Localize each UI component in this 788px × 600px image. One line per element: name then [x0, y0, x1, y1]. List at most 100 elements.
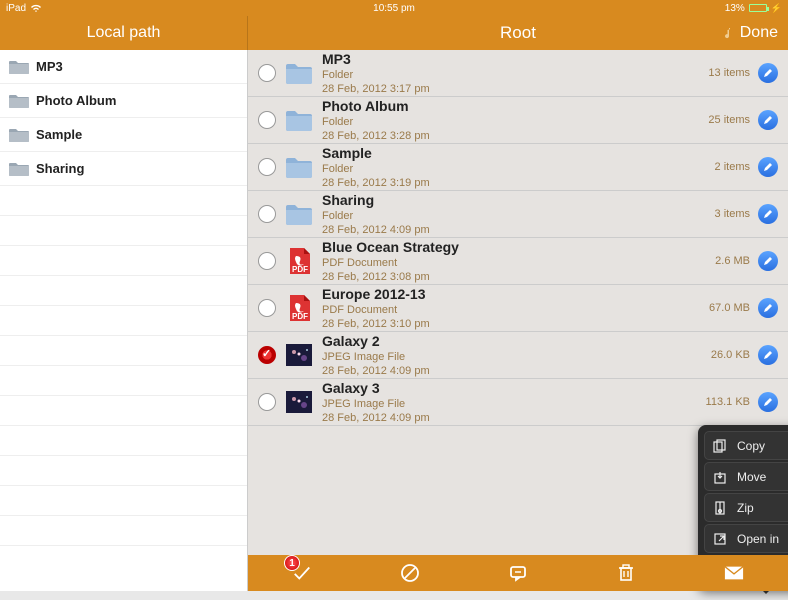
popover-zip[interactable]: Zip [704, 493, 788, 522]
popover-move[interactable]: Move [704, 462, 788, 491]
file-name: Galaxy 3 [322, 380, 706, 397]
file-kind: PDF Document [322, 303, 709, 317]
image-icon [284, 387, 314, 417]
done-label: Done [740, 24, 778, 42]
edit-button[interactable] [758, 345, 778, 365]
popover-label: Open in [737, 532, 779, 546]
edit-button[interactable] [758, 251, 778, 271]
file-kind: JPEG Image File [322, 397, 706, 411]
row-checkbox[interactable] [258, 158, 276, 176]
pdf-icon [284, 246, 314, 276]
row-checkbox[interactable] [258, 252, 276, 270]
sidebar-title: Local path [0, 16, 248, 50]
file-date: 28 Feb, 2012 4:09 pm [322, 412, 706, 424]
sidebar: MP3 Photo Album Sample Sharing [0, 50, 248, 591]
clock: 10:55 pm [265, 3, 524, 14]
wifi-icon [30, 3, 42, 13]
file-meta: 2.6 MB [715, 255, 750, 267]
sidebar-item-label: Photo Album [36, 93, 116, 108]
file-kind: Folder [322, 115, 708, 129]
sidebar-item[interactable]: Sharing [0, 152, 247, 186]
folder-icon [284, 58, 314, 88]
deselect-button[interactable] [400, 563, 420, 583]
open-icon [713, 532, 727, 546]
status-bar: iPad 10:55 pm 13% ⚡ [0, 0, 788, 16]
battery-icon [749, 4, 767, 12]
file-name: Photo Album [322, 98, 708, 115]
edit-button[interactable] [758, 157, 778, 177]
pdf-icon [284, 293, 314, 323]
file-row[interactable]: Photo Album Folder 28 Feb, 2012 3:28 pm … [248, 97, 788, 144]
row-checkbox[interactable] [258, 205, 276, 223]
popover-label: Move [737, 470, 766, 484]
popover-copy[interactable]: Copy [704, 431, 788, 460]
sidebar-item[interactable]: MP3 [0, 50, 247, 84]
sidebar-item-label: Sample [36, 127, 82, 142]
charging-icon: ⚡ [771, 3, 782, 14]
folder-icon [8, 93, 30, 109]
popover-open-in[interactable]: Open in [704, 524, 788, 553]
edit-button[interactable] [758, 298, 778, 318]
battery-label: 13% [725, 3, 745, 14]
file-name: Galaxy 2 [322, 333, 711, 350]
sidebar-item-label: Sharing [36, 161, 84, 176]
row-checkbox[interactable] [258, 111, 276, 129]
edit-button[interactable] [758, 63, 778, 83]
file-meta: 3 items [715, 208, 750, 220]
mail-button[interactable] [724, 563, 744, 583]
select-button[interactable]: 1 [292, 563, 312, 583]
file-kind: JPEG Image File [322, 350, 711, 364]
sidebar-item-label: MP3 [36, 59, 63, 74]
row-checkbox[interactable] [258, 346, 276, 364]
file-meta: 67.0 MB [709, 302, 750, 314]
file-kind: Folder [322, 209, 715, 223]
file-meta: 25 items [708, 114, 750, 126]
file-date: 28 Feb, 2012 3:19 pm [322, 177, 715, 189]
file-date: 28 Feb, 2012 3:10 pm [322, 318, 709, 330]
page-title: Root [248, 23, 788, 43]
file-name: Europe 2012-13 [322, 286, 709, 303]
sidebar-item[interactable]: Sample [0, 118, 247, 152]
edit-button[interactable] [758, 392, 778, 412]
music-icon [720, 26, 734, 40]
file-row[interactable]: Europe 2012-13 PDF Document 28 Feb, 2012… [248, 285, 788, 332]
file-name: MP3 [322, 51, 708, 68]
done-button[interactable]: Done [720, 24, 778, 42]
selection-badge: 1 [284, 555, 300, 571]
file-name: Blue Ocean Strategy [322, 239, 715, 256]
file-name: Sharing [322, 192, 715, 209]
edit-button[interactable] [758, 204, 778, 224]
row-checkbox[interactable] [258, 299, 276, 317]
folder-icon [284, 105, 314, 135]
folder-icon [284, 152, 314, 182]
file-meta: 2 items [715, 161, 750, 173]
edit-button[interactable] [758, 110, 778, 130]
main-panel: MP3 Folder 28 Feb, 2012 3:17 pm 13 items… [248, 50, 788, 591]
delete-button[interactable] [616, 563, 636, 583]
row-checkbox[interactable] [258, 393, 276, 411]
file-kind: Folder [322, 68, 708, 82]
file-row[interactable]: Sample Folder 28 Feb, 2012 3:19 pm 2 ite… [248, 144, 788, 191]
file-date: 28 Feb, 2012 3:17 pm [322, 83, 708, 95]
file-row[interactable]: Blue Ocean Strategy PDF Document 28 Feb,… [248, 238, 788, 285]
sidebar-item[interactable]: Photo Album [0, 84, 247, 118]
move-icon [713, 470, 727, 484]
file-row[interactable]: Galaxy 3 JPEG Image File 28 Feb, 2012 4:… [248, 379, 788, 426]
file-kind: Folder [322, 162, 715, 176]
comment-button[interactable] [508, 563, 528, 583]
folder-icon [284, 199, 314, 229]
file-row[interactable]: Galaxy 2 JPEG Image File 28 Feb, 2012 4:… [248, 332, 788, 379]
bottom-toolbar: 1 [248, 555, 788, 591]
file-row[interactable]: MP3 Folder 28 Feb, 2012 3:17 pm 13 items [248, 50, 788, 97]
file-kind: PDF Document [322, 256, 715, 270]
file-meta: 26.0 KB [711, 349, 750, 361]
file-row[interactable]: Sharing Folder 28 Feb, 2012 4:09 pm 3 it… [248, 191, 788, 238]
popover-label: Zip [737, 501, 754, 515]
device-label: iPad [6, 3, 26, 14]
file-date: 28 Feb, 2012 3:08 pm [322, 271, 715, 283]
zip-icon [713, 501, 727, 515]
folder-icon [8, 161, 30, 177]
row-checkbox[interactable] [258, 64, 276, 82]
image-icon [284, 340, 314, 370]
file-meta: 113.1 KB [706, 396, 750, 408]
